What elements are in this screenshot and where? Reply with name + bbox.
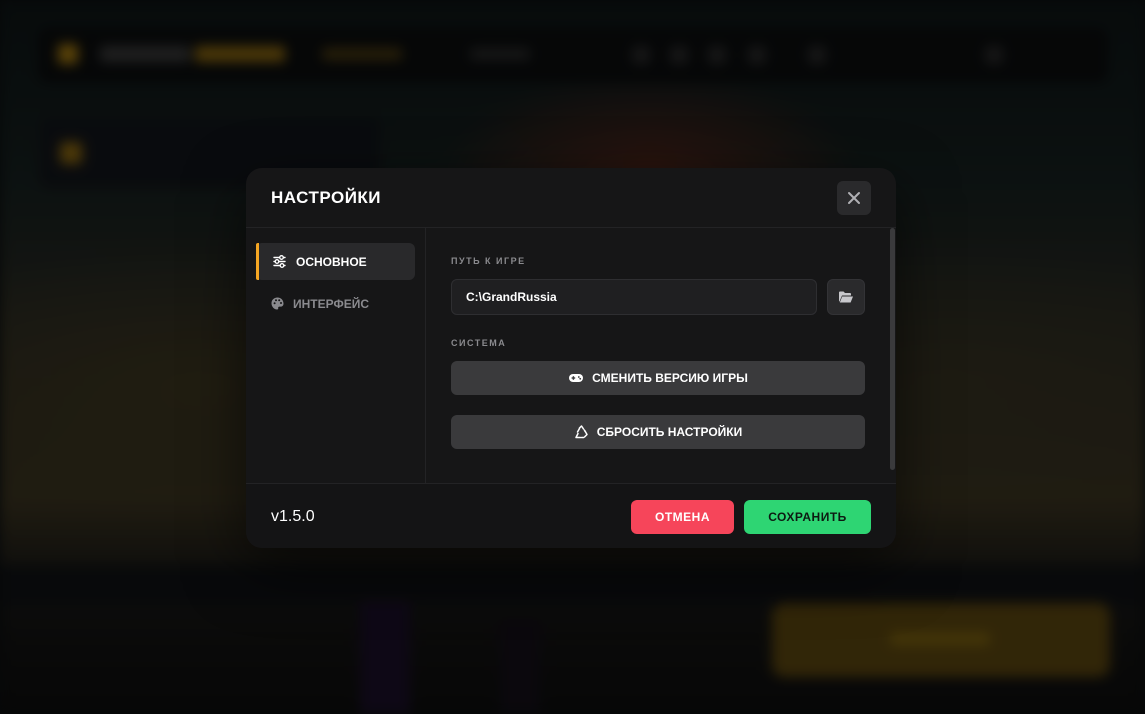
save-button[interactable]: СОХРАНИТЬ (744, 500, 871, 534)
sidebar-item-label: ИНТЕРФЕЙС (293, 297, 370, 311)
sidebar-item-label: ОСНОВНОЕ (296, 255, 367, 269)
settings-modal: НАСТРОЙКИ ОСНОВНОЕ ИНТЕРФЕЙС ПУТЬ К ИГРЕ… (246, 168, 896, 548)
sidebar-item-general[interactable]: ОСНОВНОЕ (256, 243, 415, 280)
version-text: v1.5.0 (271, 508, 315, 525)
gamepad-icon (569, 374, 584, 382)
cancel-button[interactable]: ОТМЕНА (631, 500, 734, 534)
change-game-version-label: СМЕНИТЬ ВЕРСИЮ ИГРЫ (592, 371, 748, 385)
reset-settings-label: СБРОСИТЬ НАСТРОЙКИ (596, 425, 743, 439)
palette-icon (271, 297, 284, 310)
browse-folder-button[interactable] (827, 279, 865, 315)
settings-sidebar: ОСНОВНОЕ ИНТЕРФЕЙС (246, 228, 426, 483)
content-scrollbar[interactable] (890, 228, 895, 470)
close-button[interactable] (837, 181, 871, 215)
reset-settings-button[interactable]: СБРОСИТЬ НАСТРОЙКИ (451, 415, 865, 449)
change-game-version-button[interactable]: СМЕНИТЬ ВЕРСИЮ ИГРЫ (451, 361, 865, 395)
folder-open-icon (839, 291, 853, 303)
sliders-icon (273, 255, 286, 268)
game-path-label: ПУТЬ К ИГРЕ (451, 256, 526, 266)
modal-title: НАСТРОЙКИ (271, 188, 382, 207)
close-icon (848, 192, 860, 204)
settings-content: ПУТЬ К ИГРЕ C:\GrandRussia СИСТЕМА СМЕНИ… (426, 228, 896, 483)
game-path-input[interactable]: C:\GrandRussia (451, 279, 817, 315)
sidebar-item-interface[interactable]: ИНТЕРФЕЙС (256, 285, 415, 322)
system-section-label: СИСТЕМА (451, 338, 507, 348)
modal-footer: v1.5.0 ОТМЕНА СОХРАНИТЬ (246, 483, 896, 548)
modal-header: НАСТРОЙКИ (246, 168, 896, 228)
recycle-icon (574, 425, 588, 439)
